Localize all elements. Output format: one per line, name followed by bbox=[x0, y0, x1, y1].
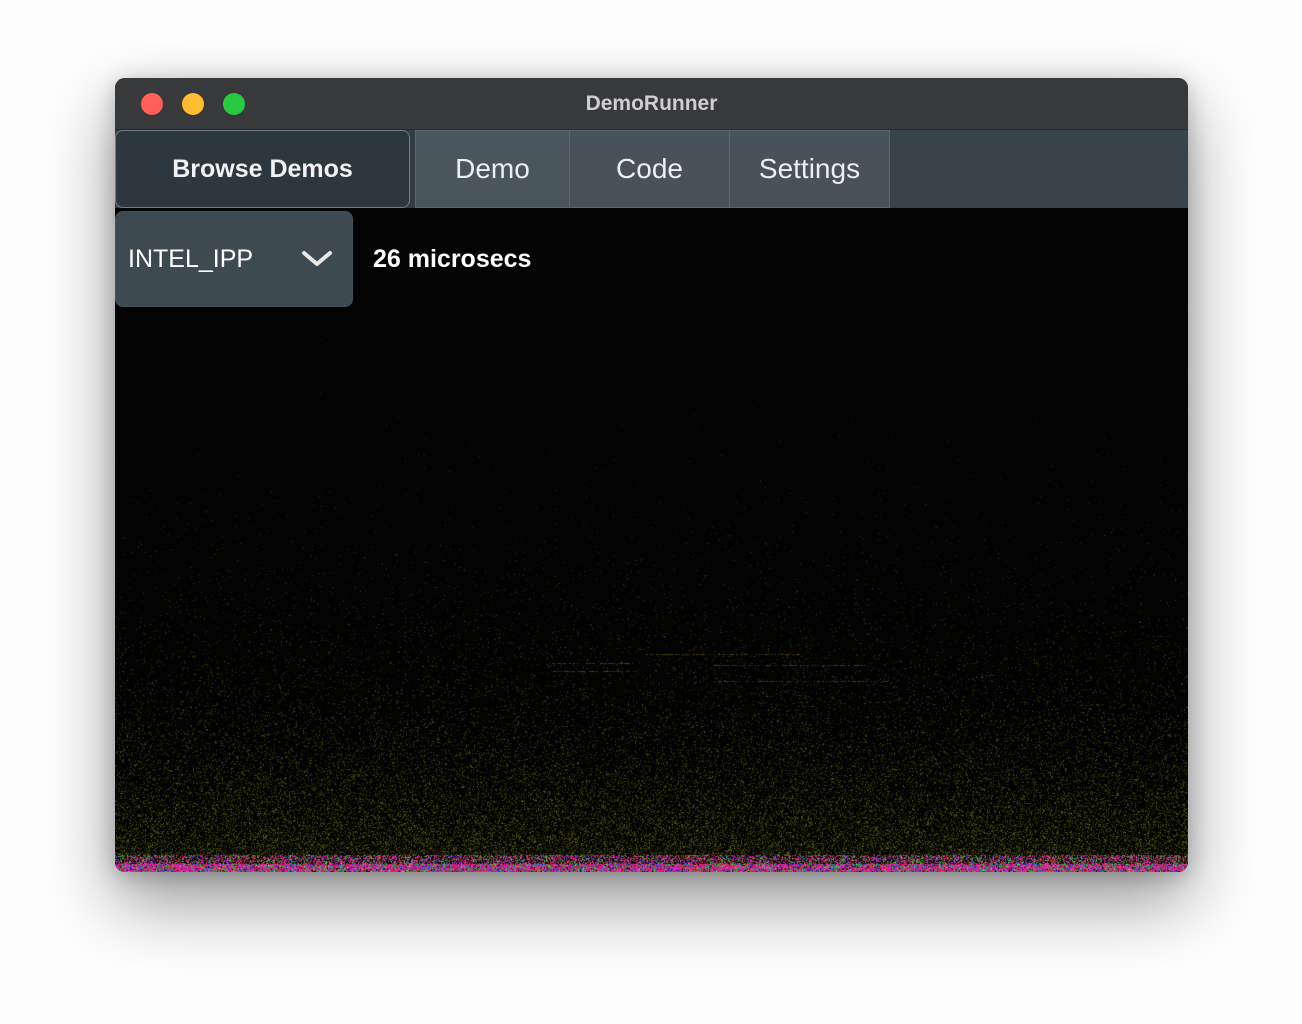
window-title: DemoRunner bbox=[115, 92, 1188, 116]
title-bar[interactable]: DemoRunner bbox=[115, 78, 1188, 130]
tab-settings-label: Settings bbox=[759, 153, 860, 185]
tab-demo-label: Demo bbox=[455, 153, 530, 185]
tab-demo[interactable]: Demo bbox=[415, 130, 570, 208]
spectrogram-canvas bbox=[115, 208, 1188, 872]
close-button[interactable] bbox=[141, 93, 163, 115]
tab-code[interactable]: Code bbox=[570, 130, 730, 208]
browse-demos-label: Browse Demos bbox=[172, 155, 353, 184]
chevron-down-icon bbox=[300, 249, 334, 269]
traffic-lights bbox=[141, 93, 245, 115]
app-window: DemoRunner Browse Demos Demo Code Settin… bbox=[115, 78, 1188, 872]
demo-content-area: INTEL_IPP 26 microsecs bbox=[115, 208, 1188, 872]
timing-label: 26 microsecs bbox=[373, 211, 531, 307]
tab-bar: Browse Demos Demo Code Settings bbox=[115, 130, 1188, 208]
minimize-button[interactable] bbox=[182, 93, 204, 115]
engine-dropdown-value: INTEL_IPP bbox=[128, 245, 300, 274]
tab-code-label: Code bbox=[616, 153, 683, 185]
tab-settings[interactable]: Settings bbox=[730, 130, 890, 208]
tab-bar-filler bbox=[890, 130, 1188, 208]
zoom-button[interactable] bbox=[223, 93, 245, 115]
engine-dropdown[interactable]: INTEL_IPP bbox=[115, 211, 353, 307]
browse-demos-button[interactable]: Browse Demos bbox=[115, 130, 410, 208]
